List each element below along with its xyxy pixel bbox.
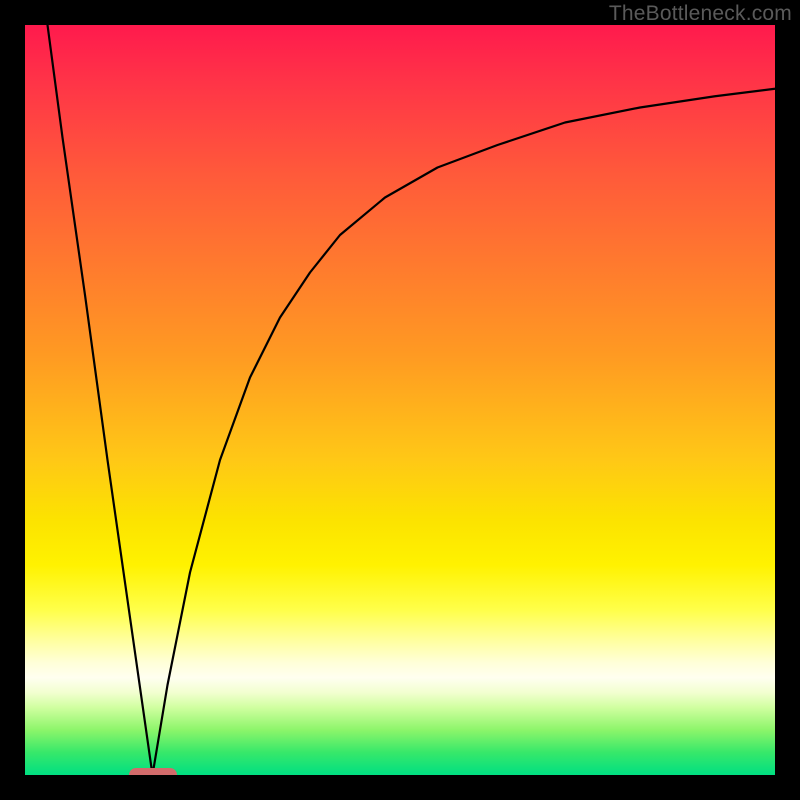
bottleneck-curve bbox=[25, 25, 775, 775]
chart-frame: TheBottleneck.com bbox=[0, 0, 800, 800]
nadir-marker bbox=[129, 768, 177, 775]
plot-area bbox=[25, 25, 775, 775]
watermark-text: TheBottleneck.com bbox=[609, 2, 792, 26]
curve-path bbox=[48, 25, 776, 775]
